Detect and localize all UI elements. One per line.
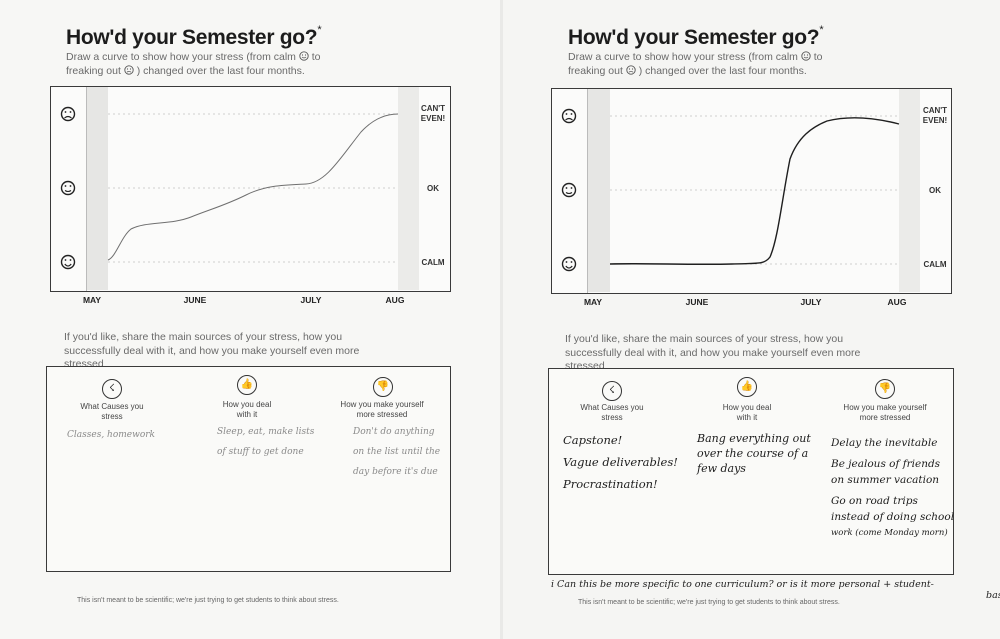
stress-chart-canvas xyxy=(60,87,419,290)
calm-face-icon xyxy=(60,254,76,270)
level-label-middle: OK xyxy=(929,186,941,195)
level-label-bottom: CALM xyxy=(421,258,445,267)
month-label: JULY xyxy=(300,295,322,305)
column-heading-worse: How you make yourself more stressed xyxy=(843,403,927,422)
month-label: AUG xyxy=(887,297,907,307)
month-label: JULY xyxy=(800,297,822,307)
level-label-bottom: CALM xyxy=(923,260,947,269)
may-shaded-band xyxy=(588,89,610,292)
stress-chart-canvas xyxy=(561,89,920,292)
stress-chart xyxy=(50,86,451,292)
thumbs-up-icon: 👍 xyxy=(237,375,257,395)
column-heading-causes: What Causes you stress xyxy=(580,403,644,422)
instructions: Draw a curve to show how your stress (fr… xyxy=(66,51,321,77)
column-heading-deal: How you deal with it xyxy=(722,403,772,422)
stressed-face-icon xyxy=(561,108,577,124)
handwritten-worse: Delay the inevitable Be jealous of frien… xyxy=(831,437,955,538)
month-label: JUNE xyxy=(685,297,709,307)
calm-face-icon xyxy=(801,51,811,63)
handwritten-deal: Bang everything out over the course of af… xyxy=(697,432,811,475)
answers-box: ☇ 👍 👎 What Causes you stress How you deal… xyxy=(46,366,451,572)
stress-chart xyxy=(551,88,952,294)
handwritten-causes: Capstone! Vague deliverables! Procrastinat… xyxy=(563,433,678,491)
thumbs-down-icon: 👎 xyxy=(373,377,393,397)
stress-icon: ☇ xyxy=(602,381,622,401)
column-heading-deal: How you deal with it xyxy=(222,400,272,419)
footer-note: This isn't meant to be scientific; we're… xyxy=(77,597,339,604)
stress-curve xyxy=(609,117,900,265)
month-label: MAY xyxy=(583,297,603,307)
page-title: How'd your Semester go?* xyxy=(66,24,322,49)
may-shaded-band xyxy=(87,87,108,290)
stress-curve xyxy=(107,113,399,261)
survey-sheet-right: How'd your Semester go?* Draw a curve to… xyxy=(503,0,1000,639)
neutral-face-icon xyxy=(60,180,76,196)
calm-face-icon xyxy=(561,256,577,272)
column-heading-worse: How you make yourself more stressed xyxy=(340,400,424,419)
answers-box: ☇ 👍 👎 What Causes you stress How you deal… xyxy=(548,368,954,575)
survey-sheet-left: How'd your Semester go?* Draw a curve to… xyxy=(0,0,500,639)
month-label: JUNE xyxy=(183,295,207,305)
footer-note: This isn't meant to be scientific; we're… xyxy=(578,599,840,606)
stressed-face-icon xyxy=(124,64,134,77)
stressed-face-icon xyxy=(60,106,76,122)
calm-face-icon xyxy=(299,51,309,63)
level-label-top: CAN'T EVEN! xyxy=(420,104,446,123)
neutral-face-icon xyxy=(561,182,577,198)
thumbs-down-icon: 👎 xyxy=(875,379,895,399)
level-label-middle: OK xyxy=(427,184,439,193)
month-label: AUG xyxy=(385,295,405,305)
handwritten-margin-note: i Can this be more specific to one curri… xyxy=(551,579,1000,601)
instructions: Draw a curve to show how your stress (fr… xyxy=(568,51,823,77)
handwritten-causes: Classes, homework xyxy=(67,430,155,440)
handwritten-worse: Don't do anything on the list until the da… xyxy=(353,427,441,477)
thumbs-up-icon: 👍 xyxy=(737,377,757,397)
stress-icon: ☇ xyxy=(102,379,122,399)
handwritten-deal: Sleep, eat, make lists of stuff to get do… xyxy=(217,427,315,457)
page-title: How'd your Semester go?* xyxy=(568,24,824,49)
level-label-top: CAN'T EVEN! xyxy=(922,106,948,125)
column-heading-causes: What Causes you stress xyxy=(80,402,144,421)
stressed-face-icon xyxy=(626,64,636,77)
month-label: MAY xyxy=(82,295,102,305)
